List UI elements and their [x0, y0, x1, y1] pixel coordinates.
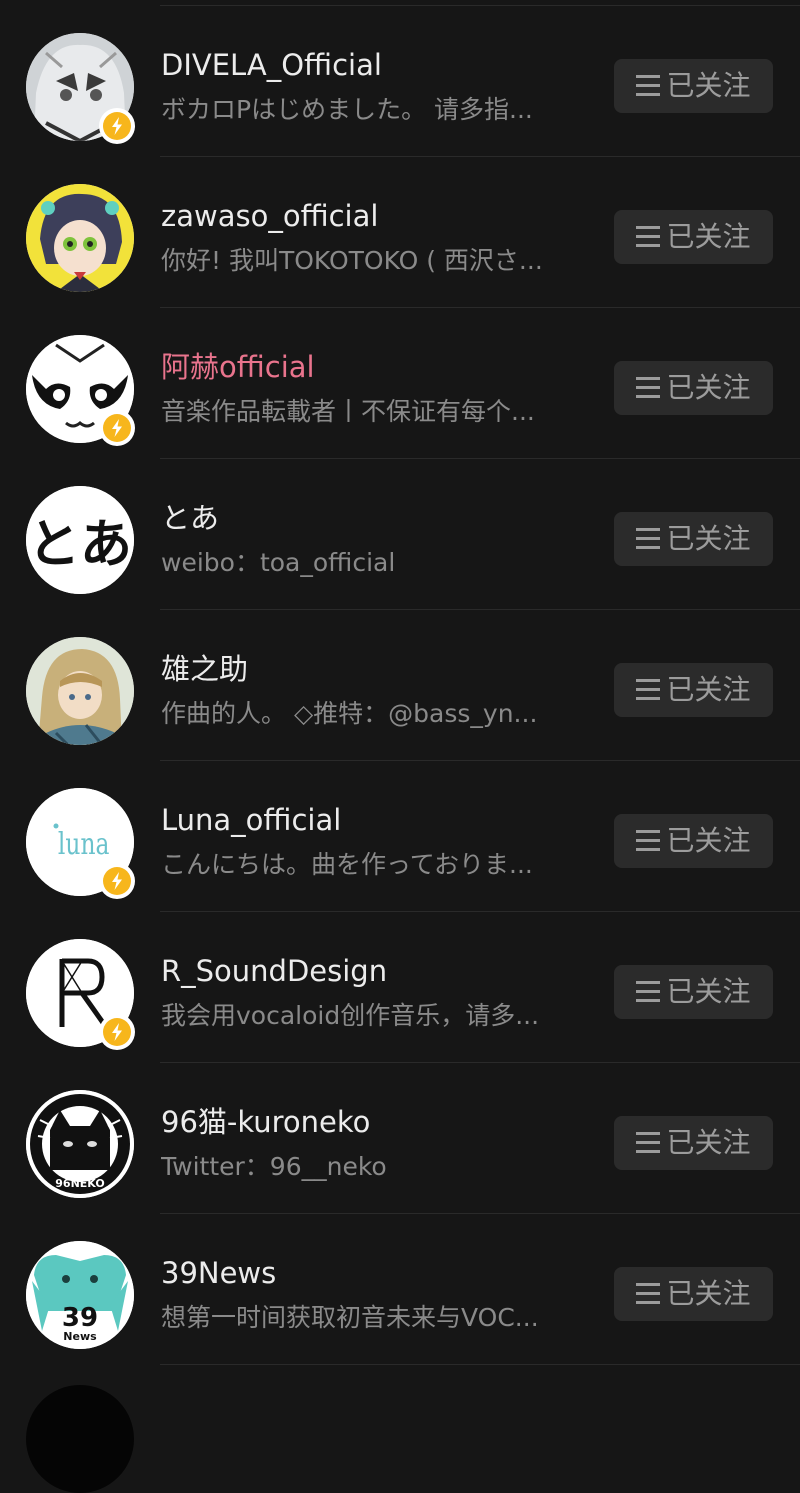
user-name[interactable]: R_SoundDesign [161, 951, 387, 991]
following-button-label: 已关注 [666, 975, 751, 1008]
user-bio: こんにちは。曲を作っておりま... [161, 850, 533, 879]
verified-badge [99, 108, 135, 144]
avatar-text: 39 [62, 1303, 98, 1333]
user-bio: Twitter：96__neko [161, 1152, 387, 1181]
user-name[interactable]: zawaso_official [161, 196, 378, 236]
verified-badge [99, 863, 135, 899]
avatar-text: News [63, 1330, 97, 1343]
avatar-text: luna [58, 827, 110, 862]
lightning-icon [112, 117, 122, 135]
avatar-image [26, 184, 134, 292]
list-item[interactable]: 39 News 39News 想第一时间获取初音未来与VOC... 已关注 [0, 1214, 800, 1365]
avatar[interactable] [26, 184, 134, 292]
lightning-icon [112, 1023, 122, 1041]
menu-lines-icon [636, 377, 661, 399]
following-button-label: 已关注 [666, 371, 751, 404]
following-button[interactable]: 已关注 [614, 663, 773, 717]
following-button[interactable]: 已关注 [614, 512, 773, 566]
user-name[interactable]: 雄之助 [161, 649, 248, 689]
following-list: DIVELA_Official ボカロPはじめました。 请多指... 已关注 z… [0, 0, 800, 1493]
following-button-label: 已关注 [666, 1126, 751, 1159]
avatar[interactable]: とあ [26, 486, 134, 594]
user-name[interactable]: 阿赫official [161, 347, 315, 387]
following-button-label: 已关注 [666, 1277, 751, 1310]
following-button[interactable]: 已关注 [614, 361, 773, 415]
list-item[interactable]: luna Luna_official こんにちは。曲を作っておりま... 已关注 [0, 761, 800, 912]
avatar-image [26, 637, 134, 745]
following-button[interactable]: 已关注 [614, 965, 773, 1019]
verified-badge [99, 410, 135, 446]
user-name[interactable]: とあ [161, 498, 219, 538]
following-button-label: 已关注 [666, 824, 751, 857]
following-button[interactable]: 已关注 [614, 1267, 773, 1321]
lightning-icon [112, 872, 122, 890]
following-button[interactable]: 已关注 [614, 1116, 773, 1170]
following-button-label: 已关注 [666, 522, 751, 555]
user-bio: ボカロPはじめました。 请多指... [161, 95, 533, 124]
user-bio: 我会用vocaloid创作音乐，请多... [161, 1001, 540, 1030]
lightning-icon [112, 419, 122, 437]
menu-lines-icon [636, 981, 661, 1003]
menu-lines-icon [636, 226, 661, 248]
user-bio: 你好! 我叫TOKOTOKO ( 西沢さ... [161, 246, 543, 275]
list-item[interactable]: DIVELA_Official ボカロPはじめました。 请多指... 已关注 [0, 6, 800, 157]
menu-lines-icon [636, 679, 661, 701]
list-item[interactable]: zawaso_official 你好! 我叫TOKOTOKO ( 西沢さ... … [0, 157, 800, 308]
user-bio: weibo：toa_official [161, 548, 396, 577]
avatar[interactable]: 96NEKO [26, 1090, 134, 1198]
avatar-image: 39 News [26, 1241, 134, 1349]
avatar[interactable] [26, 1385, 134, 1493]
menu-lines-icon [636, 75, 661, 97]
user-bio: 作曲的人。 ◇推特：@bass_yn... [161, 699, 538, 728]
user-name[interactable]: DIVELA_Official [161, 45, 382, 85]
menu-lines-icon [636, 1132, 661, 1154]
following-button-label: 已关注 [666, 69, 751, 102]
verified-badge [99, 1014, 135, 1050]
divider [160, 1364, 800, 1365]
list-item[interactable]: 96NEKO 96猫-kuroneko Twitter：96__neko 已关注 [0, 1063, 800, 1214]
avatar-text: 96NEKO [55, 1177, 104, 1190]
menu-lines-icon [636, 830, 661, 852]
following-button[interactable]: 已关注 [614, 59, 773, 113]
user-bio: 想第一时间获取初音未来与VOC... [161, 1303, 539, 1332]
avatar[interactable]: 39 News [26, 1241, 134, 1349]
following-button[interactable]: 已关注 [614, 814, 773, 868]
list-item[interactable]: 阿赫official 音楽作品転載者丨不保证有每个... 已关注 [0, 308, 800, 459]
following-button-label: 已关注 [666, 673, 751, 706]
avatar-text: とあ [28, 515, 132, 575]
user-bio: 音楽作品転載者丨不保证有每个... [161, 397, 535, 426]
avatar-image: とあ [26, 486, 134, 594]
list-item[interactable]: とあ とあ weibo：toa_official 已关注 [0, 459, 800, 610]
user-name[interactable]: 39News [161, 1253, 276, 1293]
following-button[interactable]: 已关注 [614, 210, 773, 264]
user-name[interactable]: Luna_official [161, 800, 341, 840]
list-item[interactable]: 雄之助 作曲的人。 ◇推特：@bass_yn... 已关注 [0, 610, 800, 761]
avatar[interactable] [26, 637, 134, 745]
menu-lines-icon [636, 1283, 661, 1305]
avatar-image: 96NEKO [26, 1090, 134, 1198]
following-button-label: 已关注 [666, 220, 751, 253]
user-name[interactable]: 96猫-kuroneko [161, 1102, 370, 1142]
menu-lines-icon [636, 528, 661, 550]
list-item[interactable]: R_SoundDesign 我会用vocaloid创作音乐，请多... 已关注 [0, 912, 800, 1063]
